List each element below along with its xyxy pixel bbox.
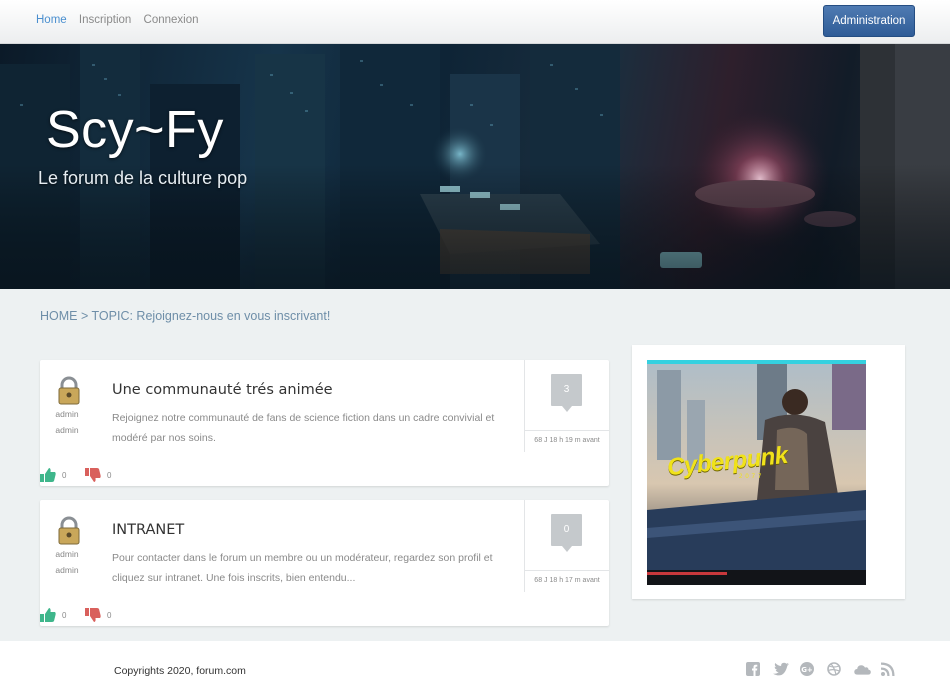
hero-banner: Scy~Fy Le forum de la culture pop xyxy=(0,44,950,289)
breadcrumb[interactable]: HOME > TOPIC: Rejoignez-nous en vous ins… xyxy=(40,309,330,323)
hero-background-image xyxy=(0,44,950,289)
dribbble-icon[interactable] xyxy=(827,662,844,679)
nav-links: Home Inscription Connexion xyxy=(36,14,208,26)
author-role: admin xyxy=(55,565,79,575)
thumbs-down-icon xyxy=(85,468,101,482)
reply-count-badge: 3 xyxy=(551,374,582,412)
cyberpunk-promo-image[interactable]: Cyberpunk 2077 xyxy=(647,360,866,585)
like-count: 0 xyxy=(62,470,67,480)
like-button[interactable]: 0 xyxy=(40,608,66,622)
copyright-text: Copyrights 2020, forum.com xyxy=(114,665,246,677)
dislike-button[interactable]: 0 xyxy=(85,468,111,482)
svg-text:G+: G+ xyxy=(801,666,813,674)
site-subtitle: Le forum de la culture pop xyxy=(38,168,248,188)
topic-title[interactable]: INTRANET xyxy=(112,522,184,538)
topic-card[interactable]: admin admin INTRANET Pour contacter dans… xyxy=(40,500,609,626)
padlock-avatar-icon xyxy=(58,376,80,405)
nav-link-home[interactable]: Home xyxy=(36,14,67,26)
dislike-count: 0 xyxy=(107,610,112,620)
nav-link-inscription[interactable]: Inscription xyxy=(79,14,131,26)
cloud-icon[interactable] xyxy=(854,662,871,679)
facebook-icon[interactable] xyxy=(746,662,763,679)
thumbs-up-icon xyxy=(40,468,56,482)
site-title: Scy~Fy xyxy=(46,101,224,159)
footer: Copyrights 2020, forum.com G+ xyxy=(0,641,950,682)
like-count: 0 xyxy=(62,610,67,620)
topic-card[interactable]: admin admin Une communauté trés animée R… xyxy=(40,360,609,486)
padlock-avatar-icon xyxy=(58,516,80,545)
rss-icon[interactable] xyxy=(881,662,898,679)
dislike-button[interactable]: 0 xyxy=(85,608,111,622)
topic-title[interactable]: Une communauté trés animée xyxy=(112,382,333,398)
thumbs-up-icon xyxy=(40,608,56,622)
dislike-count: 0 xyxy=(107,470,112,480)
thumbs-down-icon xyxy=(85,608,101,622)
cyberpunk-logo-year: 2077 xyxy=(739,474,765,480)
last-activity-time: 68 J 18 h 17 m avant xyxy=(525,570,609,584)
author-name[interactable]: admin xyxy=(40,549,94,559)
topic-excerpt: Rejoignez notre communauté de fans de sc… xyxy=(112,412,495,444)
nav-link-connexion[interactable]: Connexion xyxy=(144,14,199,26)
author-name[interactable]: admin xyxy=(40,409,94,419)
google-plus-icon[interactable]: G+ xyxy=(800,662,817,679)
sidebar-widget: Cyberpunk 2077 xyxy=(632,345,905,599)
like-button[interactable]: 0 xyxy=(40,468,66,482)
topic-excerpt: Pour contacter dans le forum un membre o… xyxy=(112,552,493,584)
social-links: G+ xyxy=(746,662,898,679)
last-activity-time: 68 J 18 h 19 m avant xyxy=(525,430,609,444)
administration-button[interactable]: Administration xyxy=(823,5,915,37)
top-navbar: Home Inscription Connexion Administratio… xyxy=(0,0,950,44)
reply-count-badge: 0 xyxy=(551,514,582,552)
twitter-icon[interactable] xyxy=(773,662,790,679)
author-role: admin xyxy=(55,425,79,435)
